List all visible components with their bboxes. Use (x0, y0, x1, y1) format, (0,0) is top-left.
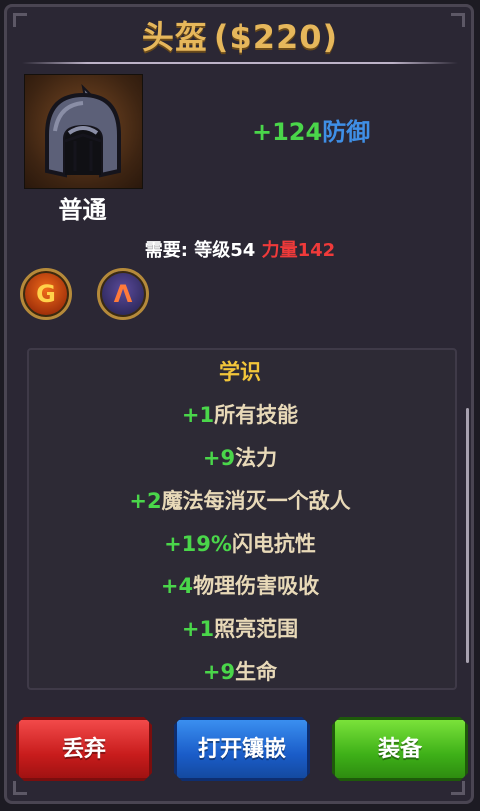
item-image-frame[interactable] (24, 74, 143, 189)
panel-corner-ornament (451, 781, 465, 795)
property-value: +4 (160, 574, 194, 598)
property-value: +19% (164, 532, 232, 556)
requirement-label: 需要: (144, 240, 188, 261)
property-value: +9 (202, 446, 236, 470)
socket-glyph: G (36, 280, 56, 308)
title-divider (22, 62, 458, 64)
property-value: +2 (129, 489, 162, 513)
property-value: +9 (202, 660, 236, 684)
item-rarity: 普通 (58, 196, 107, 224)
property-text: 生命 (235, 660, 278, 684)
property-value: +1 (181, 403, 215, 427)
property-text: 法力 (235, 446, 278, 470)
property-text: 所有技能 (214, 403, 299, 427)
property-text: 照亮范围 (214, 617, 299, 641)
property-line: +2魔法每消灭一个敌人 (0, 485, 480, 515)
fire-rune-icon[interactable]: G (20, 268, 72, 320)
property-line: +4物理伤害吸收 (0, 570, 480, 600)
open-socket-button[interactable]: 打开镶嵌 (174, 717, 310, 781)
helmet-icon (45, 83, 121, 178)
property-line: +9法力 (0, 442, 480, 472)
property-text: 物理伤害吸收 (193, 574, 320, 598)
panel-corner-ornament (13, 781, 27, 795)
requirement-level: 等级54 (194, 240, 256, 261)
item-title: 头盔 ($220) (18, 14, 462, 60)
arcane-rune-icon[interactable]: Λ (97, 268, 149, 320)
item-price: ($220) (213, 18, 339, 56)
property-line: +1照亮范围 (0, 613, 480, 643)
main-stat-name: 防御 (322, 118, 371, 146)
discard-button[interactable]: 丢弃 (16, 717, 152, 781)
property-line: +9生命 (0, 656, 480, 686)
property-line: +19%闪电抗性 (0, 528, 480, 558)
item-name: 头盔 (141, 18, 208, 56)
property-text: 魔法每消灭一个敌人 (161, 489, 351, 513)
socket-glyph: Λ (113, 280, 133, 308)
equip-button[interactable]: 装备 (332, 717, 468, 781)
main-stat-value: +124 (252, 118, 323, 146)
property-line: +1所有技能 (0, 399, 480, 429)
item-requirements: 需要: 等级54 力量142 (0, 236, 480, 262)
property-value: +1 (181, 617, 215, 641)
properties-title: 学识 (219, 360, 261, 384)
property-text: 闪电抗性 (231, 532, 316, 556)
main-stat: +124防御 (252, 112, 370, 147)
requirement-strength: 力量142 (261, 240, 336, 261)
